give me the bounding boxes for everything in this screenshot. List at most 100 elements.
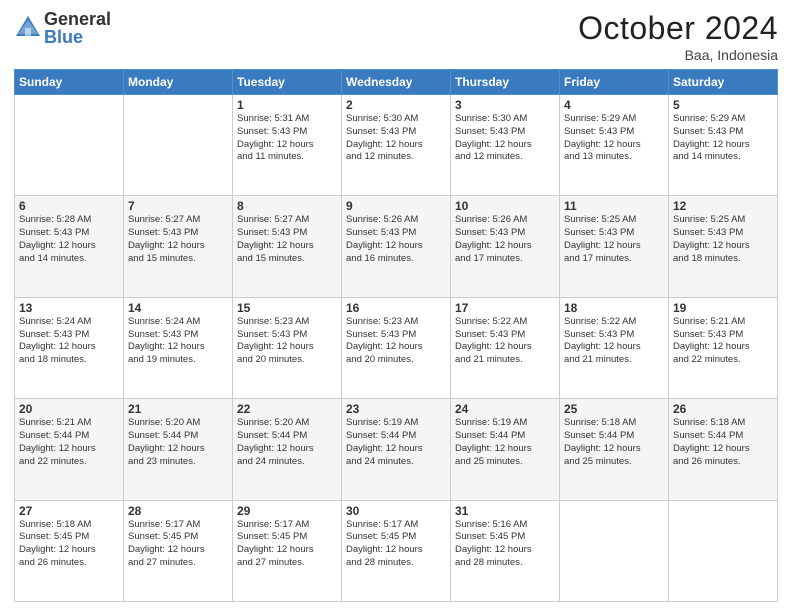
logo-general-text: General — [44, 10, 111, 28]
day-number-19: 19 — [673, 301, 773, 315]
day-info-1: Sunrise: 5:31 AM Sunset: 5:43 PM Dayligh… — [237, 113, 337, 164]
day-number-5: 5 — [673, 98, 773, 112]
calendar-header-row: Sunday Monday Tuesday Wednesday Thursday… — [15, 70, 778, 95]
day-number-22: 22 — [237, 402, 337, 416]
week-row-4: 20Sunrise: 5:21 AM Sunset: 5:44 PM Dayli… — [15, 399, 778, 500]
day-number-30: 30 — [346, 504, 446, 518]
day-number-23: 23 — [346, 402, 446, 416]
day-cell-1-7: 5Sunrise: 5:29 AM Sunset: 5:43 PM Daylig… — [669, 95, 778, 196]
day-info-29: Sunrise: 5:17 AM Sunset: 5:45 PM Dayligh… — [237, 519, 337, 570]
col-monday: Monday — [124, 70, 233, 95]
col-wednesday: Wednesday — [342, 70, 451, 95]
logo-icon — [14, 14, 42, 42]
day-number-18: 18 — [564, 301, 664, 315]
day-info-22: Sunrise: 5:20 AM Sunset: 5:44 PM Dayligh… — [237, 417, 337, 468]
day-cell-4-4: 23Sunrise: 5:19 AM Sunset: 5:44 PM Dayli… — [342, 399, 451, 500]
day-number-1: 1 — [237, 98, 337, 112]
day-info-20: Sunrise: 5:21 AM Sunset: 5:44 PM Dayligh… — [19, 417, 119, 468]
col-friday: Friday — [560, 70, 669, 95]
day-cell-2-1: 6Sunrise: 5:28 AM Sunset: 5:43 PM Daylig… — [15, 196, 124, 297]
day-number-2: 2 — [346, 98, 446, 112]
col-saturday: Saturday — [669, 70, 778, 95]
day-info-10: Sunrise: 5:26 AM Sunset: 5:43 PM Dayligh… — [455, 214, 555, 265]
day-cell-1-6: 4Sunrise: 5:29 AM Sunset: 5:43 PM Daylig… — [560, 95, 669, 196]
day-cell-3-7: 19Sunrise: 5:21 AM Sunset: 5:43 PM Dayli… — [669, 297, 778, 398]
week-row-5: 27Sunrise: 5:18 AM Sunset: 5:45 PM Dayli… — [15, 500, 778, 601]
day-cell-2-4: 9Sunrise: 5:26 AM Sunset: 5:43 PM Daylig… — [342, 196, 451, 297]
day-cell-2-6: 11Sunrise: 5:25 AM Sunset: 5:43 PM Dayli… — [560, 196, 669, 297]
day-info-3: Sunrise: 5:30 AM Sunset: 5:43 PM Dayligh… — [455, 113, 555, 164]
day-info-31: Sunrise: 5:16 AM Sunset: 5:45 PM Dayligh… — [455, 519, 555, 570]
day-cell-1-3: 1Sunrise: 5:31 AM Sunset: 5:43 PM Daylig… — [233, 95, 342, 196]
day-info-26: Sunrise: 5:18 AM Sunset: 5:44 PM Dayligh… — [673, 417, 773, 468]
day-number-9: 9 — [346, 199, 446, 213]
day-info-18: Sunrise: 5:22 AM Sunset: 5:43 PM Dayligh… — [564, 316, 664, 367]
day-cell-2-3: 8Sunrise: 5:27 AM Sunset: 5:43 PM Daylig… — [233, 196, 342, 297]
day-number-12: 12 — [673, 199, 773, 213]
day-number-7: 7 — [128, 199, 228, 213]
day-info-8: Sunrise: 5:27 AM Sunset: 5:43 PM Dayligh… — [237, 214, 337, 265]
day-info-27: Sunrise: 5:18 AM Sunset: 5:45 PM Dayligh… — [19, 519, 119, 570]
day-number-20: 20 — [19, 402, 119, 416]
day-cell-1-2 — [124, 95, 233, 196]
day-info-30: Sunrise: 5:17 AM Sunset: 5:45 PM Dayligh… — [346, 519, 446, 570]
day-cell-5-6 — [560, 500, 669, 601]
day-cell-3-4: 16Sunrise: 5:23 AM Sunset: 5:43 PM Dayli… — [342, 297, 451, 398]
day-info-15: Sunrise: 5:23 AM Sunset: 5:43 PM Dayligh… — [237, 316, 337, 367]
day-number-16: 16 — [346, 301, 446, 315]
day-cell-4-3: 22Sunrise: 5:20 AM Sunset: 5:44 PM Dayli… — [233, 399, 342, 500]
day-number-17: 17 — [455, 301, 555, 315]
day-number-10: 10 — [455, 199, 555, 213]
day-number-29: 29 — [237, 504, 337, 518]
week-row-2: 6Sunrise: 5:28 AM Sunset: 5:43 PM Daylig… — [15, 196, 778, 297]
day-number-15: 15 — [237, 301, 337, 315]
calendar-table: Sunday Monday Tuesday Wednesday Thursday… — [14, 69, 778, 602]
day-cell-5-2: 28Sunrise: 5:17 AM Sunset: 5:45 PM Dayli… — [124, 500, 233, 601]
day-info-14: Sunrise: 5:24 AM Sunset: 5:43 PM Dayligh… — [128, 316, 228, 367]
day-number-27: 27 — [19, 504, 119, 518]
day-cell-4-2: 21Sunrise: 5:20 AM Sunset: 5:44 PM Dayli… — [124, 399, 233, 500]
day-info-24: Sunrise: 5:19 AM Sunset: 5:44 PM Dayligh… — [455, 417, 555, 468]
day-info-12: Sunrise: 5:25 AM Sunset: 5:43 PM Dayligh… — [673, 214, 773, 265]
day-number-4: 4 — [564, 98, 664, 112]
day-cell-4-6: 25Sunrise: 5:18 AM Sunset: 5:44 PM Dayli… — [560, 399, 669, 500]
day-info-21: Sunrise: 5:20 AM Sunset: 5:44 PM Dayligh… — [128, 417, 228, 468]
day-number-8: 8 — [237, 199, 337, 213]
day-number-3: 3 — [455, 98, 555, 112]
day-info-19: Sunrise: 5:21 AM Sunset: 5:43 PM Dayligh… — [673, 316, 773, 367]
week-row-1: 1Sunrise: 5:31 AM Sunset: 5:43 PM Daylig… — [15, 95, 778, 196]
day-cell-2-5: 10Sunrise: 5:26 AM Sunset: 5:43 PM Dayli… — [451, 196, 560, 297]
day-cell-3-5: 17Sunrise: 5:22 AM Sunset: 5:43 PM Dayli… — [451, 297, 560, 398]
day-info-23: Sunrise: 5:19 AM Sunset: 5:44 PM Dayligh… — [346, 417, 446, 468]
day-number-28: 28 — [128, 504, 228, 518]
page: General Blue October 2024 Baa, Indonesia… — [0, 0, 792, 612]
day-number-25: 25 — [564, 402, 664, 416]
header: General Blue October 2024 Baa, Indonesia — [14, 10, 778, 63]
day-cell-4-7: 26Sunrise: 5:18 AM Sunset: 5:44 PM Dayli… — [669, 399, 778, 500]
day-info-11: Sunrise: 5:25 AM Sunset: 5:43 PM Dayligh… — [564, 214, 664, 265]
day-number-24: 24 — [455, 402, 555, 416]
location: Baa, Indonesia — [578, 47, 778, 63]
week-row-3: 13Sunrise: 5:24 AM Sunset: 5:43 PM Dayli… — [15, 297, 778, 398]
day-info-16: Sunrise: 5:23 AM Sunset: 5:43 PM Dayligh… — [346, 316, 446, 367]
day-cell-3-3: 15Sunrise: 5:23 AM Sunset: 5:43 PM Dayli… — [233, 297, 342, 398]
title-block: October 2024 Baa, Indonesia — [578, 10, 778, 63]
day-info-13: Sunrise: 5:24 AM Sunset: 5:43 PM Dayligh… — [19, 316, 119, 367]
day-cell-3-1: 13Sunrise: 5:24 AM Sunset: 5:43 PM Dayli… — [15, 297, 124, 398]
day-number-11: 11 — [564, 199, 664, 213]
day-cell-4-1: 20Sunrise: 5:21 AM Sunset: 5:44 PM Dayli… — [15, 399, 124, 500]
day-cell-5-4: 30Sunrise: 5:17 AM Sunset: 5:45 PM Dayli… — [342, 500, 451, 601]
day-cell-3-6: 18Sunrise: 5:22 AM Sunset: 5:43 PM Dayli… — [560, 297, 669, 398]
logo-blue-text: Blue — [44, 28, 111, 46]
day-cell-5-1: 27Sunrise: 5:18 AM Sunset: 5:45 PM Dayli… — [15, 500, 124, 601]
day-cell-1-1 — [15, 95, 124, 196]
month-title: October 2024 — [578, 10, 778, 47]
day-cell-2-7: 12Sunrise: 5:25 AM Sunset: 5:43 PM Dayli… — [669, 196, 778, 297]
day-number-31: 31 — [455, 504, 555, 518]
day-info-7: Sunrise: 5:27 AM Sunset: 5:43 PM Dayligh… — [128, 214, 228, 265]
day-info-4: Sunrise: 5:29 AM Sunset: 5:43 PM Dayligh… — [564, 113, 664, 164]
day-info-2: Sunrise: 5:30 AM Sunset: 5:43 PM Dayligh… — [346, 113, 446, 164]
day-cell-1-4: 2Sunrise: 5:30 AM Sunset: 5:43 PM Daylig… — [342, 95, 451, 196]
day-number-26: 26 — [673, 402, 773, 416]
day-cell-1-5: 3Sunrise: 5:30 AM Sunset: 5:43 PM Daylig… — [451, 95, 560, 196]
